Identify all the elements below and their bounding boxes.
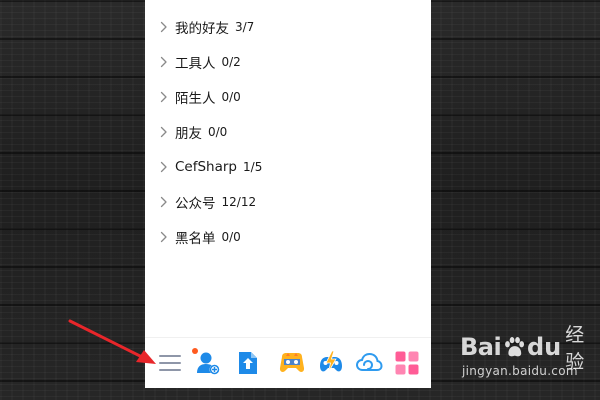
- group-item-friends[interactable]: 朋友 0/0: [145, 114, 431, 149]
- chevron-right-icon: [157, 20, 171, 34]
- game-center-icon: [279, 353, 305, 372]
- group-name: 陌生人: [175, 90, 216, 107]
- group-name: 黑名单: [175, 230, 216, 247]
- upload-icon: [239, 352, 257, 374]
- annotation-arrow: [68, 319, 156, 364]
- chevron-right-icon: [157, 230, 171, 244]
- group-item-cefsharp[interactable]: CefSharp 1/5: [145, 149, 431, 184]
- add-friend-icon: [197, 352, 220, 375]
- bottom-toolbar: [145, 337, 431, 388]
- baidu-jingyan-watermark: Bai du 经验 jingyan.baidu.com: [460, 324, 600, 390]
- group-item-blacklist[interactable]: 黑名单 0/0: [145, 219, 431, 254]
- group-item-my-friends[interactable]: 我的好友 3/7: [145, 9, 431, 44]
- group-count: 0/0: [221, 89, 241, 104]
- chevron-right-icon: [157, 160, 171, 174]
- apps-grid-icon: [395, 351, 419, 375]
- paw-icon: [505, 337, 525, 357]
- group-count: 3/7: [235, 19, 255, 34]
- friend-group-list: 我的好友 3/7 工具人 0/2 陌生人 0/0 朋友 0/0 CefSharp…: [145, 9, 431, 254]
- group-name: 朋友: [175, 125, 202, 142]
- cloud-icon: [355, 352, 383, 371]
- app-manager-button[interactable]: [394, 350, 420, 376]
- group-item-official-accounts[interactable]: 公众号 12/12: [145, 184, 431, 219]
- chevron-right-icon: [157, 125, 171, 139]
- group-item-strangers[interactable]: 陌生人 0/0: [145, 79, 431, 114]
- game-bolt-icon: [320, 350, 342, 373]
- watermark-brand-left: Bai: [460, 333, 502, 361]
- watermark-brand-right: du: [526, 333, 562, 361]
- group-name: CefSharp: [175, 158, 238, 175]
- group-name: 公众号: [175, 195, 216, 212]
- group-count: 0/2: [221, 54, 241, 69]
- add-friend-button[interactable]: [195, 350, 221, 376]
- group-count: 1/5: [243, 159, 263, 174]
- contact-panel: 我的好友 3/7 工具人 0/2 陌生人 0/0 朋友 0/0 CefSharp…: [145, 0, 431, 388]
- chevron-right-icon: [157, 90, 171, 104]
- group-count: 0/0: [221, 229, 241, 244]
- chevron-right-icon: [157, 195, 171, 209]
- cloud-button[interactable]: [355, 350, 383, 376]
- upload-button[interactable]: [234, 350, 260, 376]
- chevron-right-icon: [157, 55, 171, 69]
- group-count: 0/0: [208, 124, 228, 139]
- group-name: 我的好友: [175, 20, 229, 37]
- game-center-button[interactable]: [278, 350, 305, 376]
- group-count: 12/12: [221, 194, 257, 209]
- group-name: 工具人: [175, 55, 216, 72]
- game-bolt-button[interactable]: [317, 350, 343, 376]
- group-item-tool-people[interactable]: 工具人 0/2: [145, 44, 431, 79]
